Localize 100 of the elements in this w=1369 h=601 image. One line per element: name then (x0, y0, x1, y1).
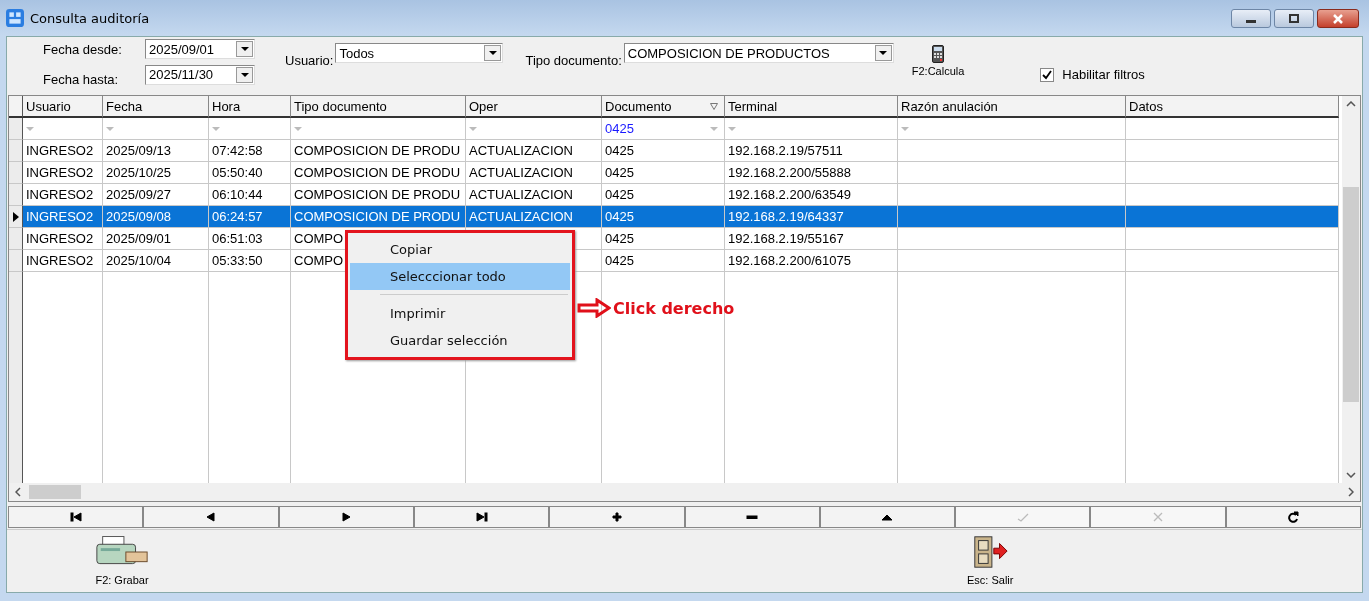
menu-item[interactable]: Guardar selección (350, 327, 570, 354)
table-row[interactable]: INGRESO2 2025/10/25 05:50:40 COMPOSICION DE PRODU ACTUALIZACION 0425 192.168.2.200/55888 (9, 162, 1342, 184)
dropdown-button[interactable] (236, 66, 253, 83)
table-cell: 192.168.2.19/64337 (728, 209, 844, 224)
table-cell: 2025/09/08 (106, 209, 172, 224)
column-header[interactable]: Oper (466, 96, 602, 118)
table-cell: 0425 (605, 143, 634, 158)
horizontal-scrollbar[interactable] (9, 483, 1360, 501)
filter-icon (710, 102, 718, 110)
column-header[interactable]: Tipo documento (291, 96, 466, 118)
exit-button[interactable]: Esc: Salir (965, 530, 1016, 592)
caret-icon (26, 126, 34, 131)
dropdown-button[interactable] (874, 45, 892, 61)
refresh-button[interactable] (1225, 506, 1361, 528)
table-cell: ACTUALIZACION (469, 143, 573, 158)
column-filter-field[interactable] (209, 118, 291, 140)
table-cell: 0425 (605, 209, 634, 224)
scroll-up-icon[interactable] (1346, 101, 1356, 107)
scrollbar-thumb[interactable] (29, 485, 81, 499)
checkmark-icon (1042, 69, 1053, 80)
row-selector-cell[interactable] (9, 140, 23, 162)
window-title: Consulta auditoría (30, 10, 150, 26)
table-cell: COMPOSICION DE PRODU (294, 209, 461, 224)
scroll-down-icon[interactable] (1346, 472, 1356, 478)
field-label: Fecha hasta: (43, 71, 120, 87)
row-selector-cell[interactable] (9, 184, 23, 206)
table-cell: 06:51:03 (212, 231, 263, 246)
column-header[interactable]: Fecha (103, 96, 209, 118)
enable-filters-checkbox[interactable]: Habilitar filtros (1040, 67, 1145, 82)
caret-icon (728, 126, 736, 131)
column-header[interactable]: Usuario (23, 96, 103, 118)
table-cell: ACTUALIZACION (469, 165, 573, 180)
field-label: Fecha desde: (43, 41, 123, 57)
document-type-dropdown[interactable]: COMPOSICION DE PRODUCTOS (623, 43, 894, 63)
column-filter-field[interactable]: 0425 (602, 118, 725, 140)
table-row[interactable]: INGRESO2 2025/09/08 06:24:57 COMPOSICION DE PRODU ACTUALIZACION 0425 192.168.2.19/64337 (9, 206, 1342, 228)
row-selector-cell[interactable] (9, 162, 23, 184)
table-cell: COMPOSICION DE PRODU (294, 165, 461, 180)
close-button[interactable] (1317, 9, 1359, 28)
table-cell: 192.168.2.200/55888 (728, 165, 851, 180)
date-field[interactable]: 2025/11/30 (145, 64, 255, 85)
maximize-button[interactable] (1274, 9, 1314, 28)
menu-item[interactable]: Selecccionar todo (350, 263, 570, 290)
table-cell: INGRESO2 (26, 253, 94, 268)
column-filter-field[interactable] (103, 118, 209, 140)
minimize-button[interactable] (1231, 9, 1271, 28)
table-cell: 07:42:58 (212, 143, 263, 158)
post-button[interactable] (955, 506, 1091, 528)
column-header[interactable]: Razón anulación (898, 96, 1126, 118)
insert-button[interactable] (549, 506, 685, 528)
column-filter-field[interactable] (1126, 118, 1339, 140)
app-icon (6, 9, 24, 27)
table-row[interactable]: INGRESO2 2025/09/13 07:42:58 COMPOSICION DE PRODU ACTUALIZACION 0425 192.168.2.19/57511 (9, 140, 1342, 162)
column-filter-field[interactable] (23, 118, 103, 140)
table-cell: COMPOSICION DE PRODU (294, 143, 461, 158)
row-selector-cell[interactable] (9, 228, 23, 250)
table-cell: INGRESO2 (26, 165, 94, 180)
scroll-left-icon[interactable] (15, 487, 21, 497)
column-header[interactable]: Documento (602, 96, 725, 118)
row-selector-cell[interactable] (9, 206, 23, 228)
edit-button[interactable] (819, 506, 956, 528)
table-cell: 2025/09/13 (106, 143, 172, 158)
cancel-button[interactable] (1090, 506, 1226, 528)
delete-button[interactable] (684, 506, 820, 528)
last-button[interactable] (413, 506, 550, 528)
table-cell: 2025/10/04 (106, 253, 172, 268)
table-cell: COMPO (294, 253, 344, 268)
row-selector-cell (9, 118, 23, 140)
column-header[interactable]: Hora (209, 96, 291, 118)
column-filter-field[interactable] (291, 118, 466, 140)
table-cell: 0425 (605, 231, 634, 246)
table-cell: 2025/09/01 (106, 231, 172, 246)
prev-button[interactable] (143, 506, 279, 528)
scroll-right-icon[interactable] (1348, 487, 1354, 497)
save-button[interactable]: F2: Grabar (91, 530, 153, 592)
table-cell: ACTUALIZACION (469, 187, 573, 202)
caret-icon (106, 126, 114, 131)
column-filter-field[interactable] (466, 118, 602, 140)
scrollbar-thumb[interactable] (1343, 187, 1359, 402)
table-cell: 2025/09/27 (106, 187, 172, 202)
calculate-button[interactable]: F2:Calcula (911, 45, 965, 77)
caret-icon (488, 51, 497, 55)
calculator-icon (932, 45, 945, 63)
next-button[interactable] (278, 506, 414, 528)
row-selector-cell[interactable] (9, 250, 23, 272)
table-cell: 192.168.2.19/55167 (728, 231, 844, 246)
column-filter-field[interactable] (725, 118, 898, 140)
menu-item[interactable]: Imprimir (350, 300, 570, 327)
field-label: Usuario: (285, 52, 334, 68)
dropdown-button[interactable] (484, 45, 502, 61)
first-button[interactable] (8, 506, 144, 528)
user-dropdown[interactable]: Todos (335, 43, 504, 63)
vertical-scrollbar[interactable] (1342, 96, 1360, 483)
column-header[interactable]: Terminal (725, 96, 898, 118)
table-cell: INGRESO2 (26, 143, 94, 158)
column-filter-field[interactable] (898, 118, 1126, 140)
column-header[interactable]: Datos (1126, 96, 1339, 118)
table-cell: COMPO (294, 231, 344, 246)
dropdown-button[interactable] (236, 41, 253, 57)
date-field[interactable]: 2025/09/01 (145, 39, 255, 59)
